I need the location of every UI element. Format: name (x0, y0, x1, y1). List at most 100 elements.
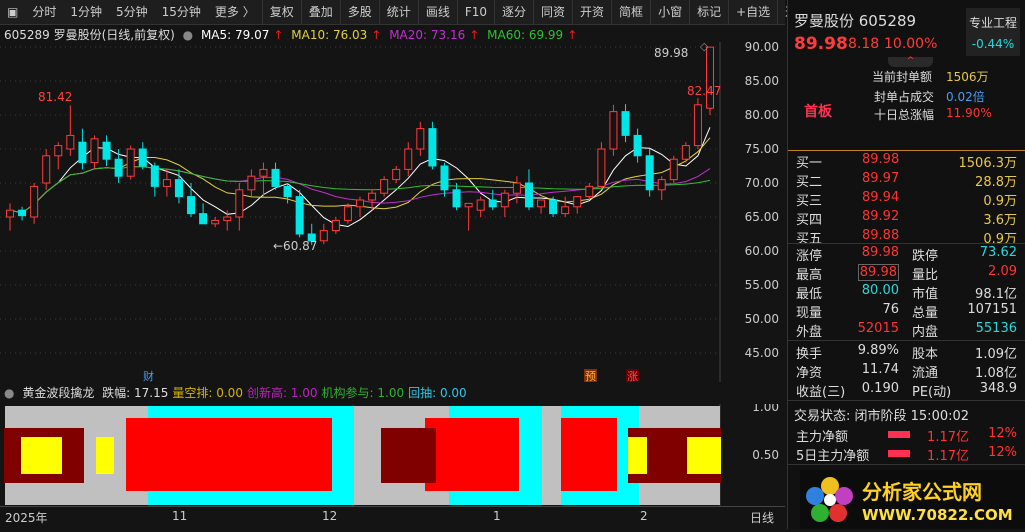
stat-value: 73.62 (979, 245, 1017, 260)
period-tab[interactable]: 分时 (25, 0, 63, 25)
fundamental-row: 净资 11.74 流通 1.08亿 (796, 362, 1017, 381)
high-label-right: 82.47 (687, 84, 721, 98)
sector-pct: -0.44% (971, 37, 1015, 51)
trade-status: 交易状态: 闭市阶段 15:00:02 (794, 409, 970, 424)
forecast-marker[interactable]: 预 (585, 370, 596, 382)
seal-ratio-label: 封单占成交 (874, 90, 935, 104)
stock-name-code: 罗曼股份 605289 (794, 12, 917, 30)
stat-value: 80.00 (861, 283, 899, 298)
toolbar-button[interactable]: 叠加 (300, 0, 340, 25)
toolbar-button[interactable]: +自选 (728, 0, 777, 25)
low-label: ←60.87 (273, 239, 317, 253)
toolbar-button[interactable]: 多股 (339, 0, 379, 25)
toolbar-button[interactable]: 简框 (611, 0, 650, 25)
candle-up (90, 138, 99, 164)
candle-up (380, 179, 389, 194)
candle-up (368, 192, 377, 201)
panel-toggle-icon[interactable]: ▣ (0, 0, 25, 25)
bid-price: 89.92 (862, 209, 900, 224)
stat-value: 1.09亿 (975, 347, 1017, 362)
toolbar-button[interactable]: F10 (456, 0, 494, 25)
candle-up (331, 219, 340, 232)
board-label: 首板 (804, 104, 832, 120)
y-axis-label: 55.00 (745, 278, 779, 292)
watermark-logo: 分析家公式网 WWW.70822.COM (800, 470, 1025, 529)
candle-down (102, 141, 111, 160)
fundamental-row: 收益(三) 0.190 PE(动) 348.9 (796, 381, 1017, 400)
flow-pct: 12% (988, 426, 1017, 441)
toolbar-button[interactable]: 统计 (378, 0, 418, 25)
candle-down (295, 196, 304, 235)
period-label[interactable]: 日线 (750, 509, 774, 526)
candle-up (573, 196, 582, 208)
y-axis-label: 90.00 (745, 42, 779, 54)
finance-marker[interactable]: 财 (143, 369, 154, 382)
collapse-icon[interactable]: ● (183, 28, 193, 42)
candle-down (621, 111, 630, 136)
toolbar-button[interactable]: 复权 (261, 0, 301, 25)
stat-label: 换手 (796, 347, 823, 362)
period-tab[interactable]: 15分钟 (155, 0, 208, 25)
flower-logo-icon (806, 477, 853, 522)
bid-row[interactable]: 买二 89.97 28.8万 (796, 171, 1017, 190)
limit-up-marker[interactable]: 涨 (627, 370, 638, 382)
sector-name: 专业工程 (968, 16, 1017, 30)
stat-label: 量比 (912, 268, 939, 283)
flow-pct: 12% (988, 445, 1017, 460)
y-axis-label: 85.00 (745, 74, 779, 88)
candle-up (681, 145, 690, 160)
collapse-icon[interactable]: ● (4, 386, 14, 400)
stat-value: 76 (882, 302, 899, 317)
bid-price: 89.88 (862, 228, 900, 243)
indicator-field: 回抽: 0.00 (408, 386, 467, 400)
period-tab[interactable]: 5分钟 (109, 0, 155, 25)
bid-row[interactable]: 买四 89.92 3.6万 (796, 209, 1017, 228)
candle-up (392, 168, 401, 181)
x-label: 12 (322, 509, 338, 523)
flow-label: 主力净额 (796, 430, 849, 445)
candle-down (114, 158, 123, 177)
bid-level: 买四 (796, 213, 823, 228)
indicator-field: 创新高: 1.00 (246, 386, 318, 400)
toolbar-button[interactable]: 同资 (533, 0, 572, 25)
bid-row[interactable]: 买一 89.98 1506.3万 (796, 152, 1017, 171)
stat-label: 市值 (912, 287, 939, 302)
bid-row[interactable]: 买三 89.94 0.9万 (796, 190, 1017, 209)
candle-down (18, 209, 27, 217)
flow-label: 5日主力净额 (796, 449, 870, 464)
candlestick-chart[interactable]: 81.42 ←60.87 89.98 82.47 ◇ 90.00 85.00 80.… (0, 42, 785, 382)
band-yellow (628, 437, 647, 474)
toolbar-button[interactable]: 小窗 (650, 0, 689, 25)
candle-down (187, 196, 196, 215)
more-periods-button[interactable]: 更多 〉 (208, 0, 262, 25)
time-axis: 2025年 11 12 1 2 日线 (0, 506, 785, 526)
toolbar-button[interactable]: 画线 (417, 0, 457, 25)
stat-row: 最高 89.98 量比 2.09 (796, 264, 1017, 283)
ma10-value: MA10: 76.03 (291, 28, 368, 42)
candle-up (657, 179, 666, 191)
sector-tag[interactable]: 专业工程 -0.44% (966, 8, 1020, 56)
candle-up (404, 148, 413, 170)
stat-value: 1.08亿 (975, 366, 1017, 381)
stat-row: 涨停 89.98 跌停 73.62 (796, 245, 1017, 264)
stat-label: 跌停 (912, 249, 939, 264)
x-label: 2 (640, 509, 648, 523)
seal-amount-label: 当前封单额 (872, 70, 933, 84)
indicator-name[interactable]: 黄金波段擒龙 (22, 386, 94, 400)
x-label: 2025年 (5, 511, 48, 525)
stat-label: 现量 (796, 306, 823, 321)
toolbar-button[interactable]: 开资 (572, 0, 611, 25)
up-arrow-icon: ↑ (469, 28, 480, 42)
period-tab[interactable]: 1分钟 (63, 0, 109, 25)
bid-volume: 3.6万 (983, 213, 1017, 228)
candle-down (78, 141, 87, 164)
toolbar-button[interactable]: 逐分 (494, 0, 533, 25)
flow-bar (888, 431, 910, 438)
candle-down (549, 199, 558, 215)
toolbar-button[interactable]: 标记 (689, 0, 728, 25)
expand-icon[interactable]: ^ (888, 57, 933, 67)
ma20-value: MA20: 73.16 (389, 28, 466, 42)
diamond-icon[interactable]: ◇ (700, 42, 709, 53)
stat-label: 最低 (796, 287, 823, 302)
candle-up (416, 128, 425, 150)
